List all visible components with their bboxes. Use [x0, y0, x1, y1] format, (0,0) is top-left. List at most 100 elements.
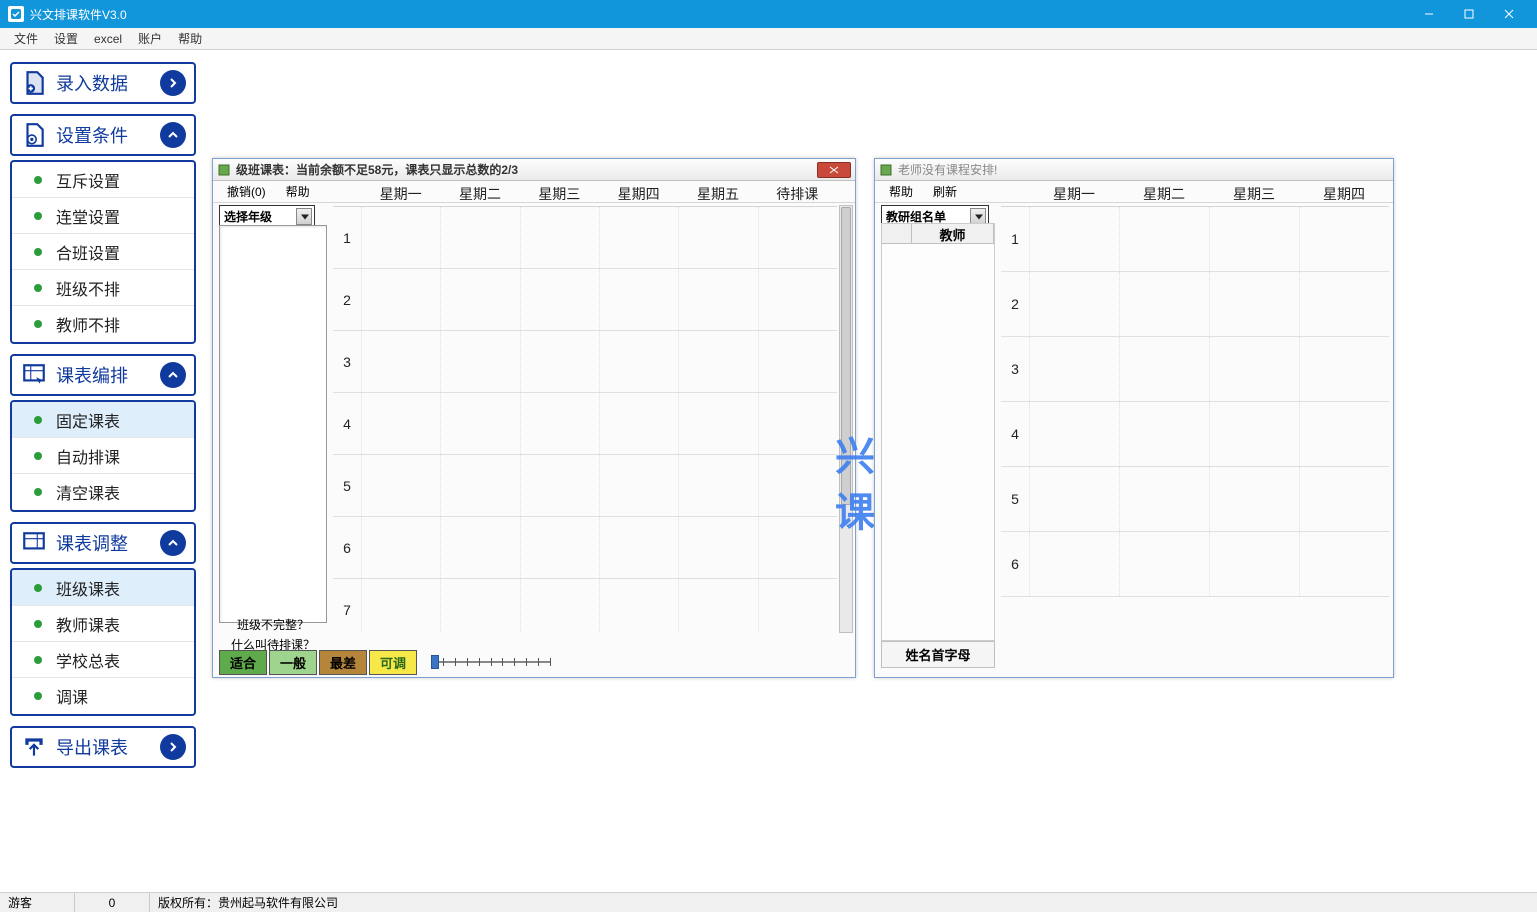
sidebar-item-exclusion[interactable]: 互斥设置 [12, 162, 194, 198]
window-close-button[interactable] [817, 162, 851, 178]
window-icon [217, 163, 231, 177]
legend-fit[interactable]: 适合 [219, 650, 267, 675]
grid-row: 2 [1001, 272, 1389, 337]
grid-row: 5 [333, 455, 837, 517]
undo-button[interactable]: 撤销(0) [217, 181, 276, 202]
period-number: 4 [333, 393, 361, 454]
menu-account[interactable]: 账户 [130, 28, 170, 49]
sidebar-item-swap-class[interactable]: 调课 [12, 678, 194, 714]
section-label: 课表调整 [56, 530, 160, 556]
grid-row: 1 [333, 207, 837, 269]
day-header: 星期一 [361, 184, 440, 204]
item-label: 连堂设置 [56, 204, 120, 228]
select-value: 教研组名单 [886, 210, 946, 224]
grid-row: 2 [333, 269, 837, 331]
window-title: 老师没有课程安排! [898, 161, 1389, 178]
sidebar-section-set-conditions[interactable]: 设置条件 [10, 114, 196, 156]
vertical-scrollbar[interactable] [839, 205, 853, 633]
chevron-up-icon [160, 530, 186, 556]
sidebar-section-input-data[interactable]: 录入数据 [10, 62, 196, 104]
hint-line1[interactable]: 班级不完整？ [219, 615, 327, 635]
class-list[interactable] [219, 225, 327, 623]
window-controls [1409, 0, 1529, 28]
help-button[interactable]: 帮助 [276, 181, 320, 202]
sidebar-section-schedule-adjust[interactable]: 课表调整 [10, 522, 196, 564]
set-conditions-items: 互斥设置 连堂设置 合班设置 班级不排 教师不排 [10, 160, 196, 344]
bullet-icon [34, 488, 42, 496]
teacher-grid: 星期一 星期二 星期三 星期四 1 2 3 4 5 6 [1001, 181, 1389, 673]
schedule-adjust-items: 班级课表 教师课表 学校总表 调课 [10, 568, 196, 716]
class-schedule-window: 级班课表：当前余额不足58元，课表只显示总数的2/3 撤销(0) 帮助 选择年级… [212, 158, 856, 678]
scrollbar-thumb[interactable] [841, 207, 851, 505]
status-copyright: 版权所有：贵州起马软件有限公司 [150, 893, 1537, 912]
menu-settings[interactable]: 设置 [46, 28, 86, 49]
section-label: 录入数据 [56, 70, 160, 96]
day-header: 星期四 [1299, 184, 1389, 204]
minimize-button[interactable] [1409, 0, 1449, 28]
grid-box-icon [20, 529, 48, 557]
maximize-button[interactable] [1449, 0, 1489, 28]
close-button[interactable] [1489, 0, 1529, 28]
item-label: 清空课表 [56, 480, 120, 504]
period-number: 2 [1001, 272, 1029, 336]
section-label: 导出课表 [56, 734, 160, 760]
item-label: 班级课表 [56, 576, 120, 600]
grid-header: 星期一 星期二 星期三 星期四 星期五 待排课 [333, 181, 837, 207]
period-number: 1 [1001, 207, 1029, 271]
menu-excel[interactable]: excel [86, 30, 130, 48]
statusbar: 游客 0 版权所有：贵州起马软件有限公司 [0, 892, 1537, 912]
sidebar-item-fixed-schedule[interactable]: 固定课表 [12, 402, 194, 438]
sidebar-item-clear-schedule[interactable]: 清空课表 [12, 474, 194, 510]
sidebar-section-export[interactable]: 导出课表 [10, 726, 196, 768]
bullet-icon [34, 416, 42, 424]
chevron-up-icon [160, 362, 186, 388]
grid-row: 6 [333, 517, 837, 579]
legend-bar: 适合 一般 最差 可调 [217, 651, 851, 673]
period-number: 6 [333, 517, 361, 578]
sidebar-item-class-no-schedule[interactable]: 班级不排 [12, 270, 194, 306]
period-number: 4 [1001, 402, 1029, 466]
sidebar-item-consecutive[interactable]: 连堂设置 [12, 198, 194, 234]
legend-worst[interactable]: 最差 [319, 650, 367, 675]
legend-adjustable[interactable]: 可调 [369, 650, 417, 675]
content-area: 级班课表：当前余额不足58元，课表只显示总数的2/3 撤销(0) 帮助 选择年级… [206, 50, 1537, 892]
grid-row: 7 [333, 579, 837, 633]
menu-file[interactable]: 文件 [6, 28, 46, 49]
sidebar-item-class-schedule[interactable]: 班级课表 [12, 570, 194, 606]
grid-body[interactable]: 1 2 3 4 5 6 [1001, 207, 1389, 673]
item-label: 互斥设置 [56, 168, 120, 192]
titlebar: 兴文排课软件V3.0 [0, 0, 1537, 28]
teacher-list[interactable]: 教师 [881, 223, 995, 641]
bullet-icon [34, 284, 42, 292]
sidebar-item-auto-schedule[interactable]: 自动排课 [12, 438, 194, 474]
item-label: 班级不排 [56, 276, 120, 300]
slider-thumb[interactable] [431, 655, 439, 669]
bullet-icon [34, 656, 42, 664]
window-titlebar: 级班课表：当前余额不足58元，课表只显示总数的2/3 [213, 159, 855, 181]
chevron-right-icon [160, 70, 186, 96]
select-value: 选择年级 [224, 210, 272, 224]
grid-row: 6 [1001, 532, 1389, 597]
sidebar-item-school-all[interactable]: 学校总表 [12, 642, 194, 678]
grid-body[interactable]: 1 2 3 4 5 6 7 [333, 207, 837, 633]
zoom-slider[interactable] [431, 655, 551, 669]
day-header: 星期四 [599, 184, 678, 204]
chevron-up-icon [160, 122, 186, 148]
menu-help[interactable]: 帮助 [170, 28, 210, 49]
grid-cursor-icon [20, 361, 48, 389]
period-number: 3 [1001, 337, 1029, 401]
period-number: 6 [1001, 532, 1029, 596]
sidebar-section-schedule-arrange[interactable]: 课表编排 [10, 354, 196, 396]
legend-general[interactable]: 一般 [269, 650, 317, 675]
name-initial-hint[interactable]: 姓名首字母 [881, 641, 995, 668]
section-label: 设置条件 [56, 122, 160, 148]
chevron-right-icon [160, 734, 186, 760]
sidebar-item-merge-class[interactable]: 合班设置 [12, 234, 194, 270]
item-label: 学校总表 [56, 648, 120, 672]
help-button[interactable]: 帮助 [879, 181, 923, 202]
refresh-button[interactable]: 刷新 [923, 181, 967, 202]
bullet-icon [34, 212, 42, 220]
sidebar-item-teacher-schedule[interactable]: 教师课表 [12, 606, 194, 642]
sidebar-item-teacher-no-schedule[interactable]: 教师不排 [12, 306, 194, 342]
teacher-column-label: 教师 [912, 224, 994, 243]
